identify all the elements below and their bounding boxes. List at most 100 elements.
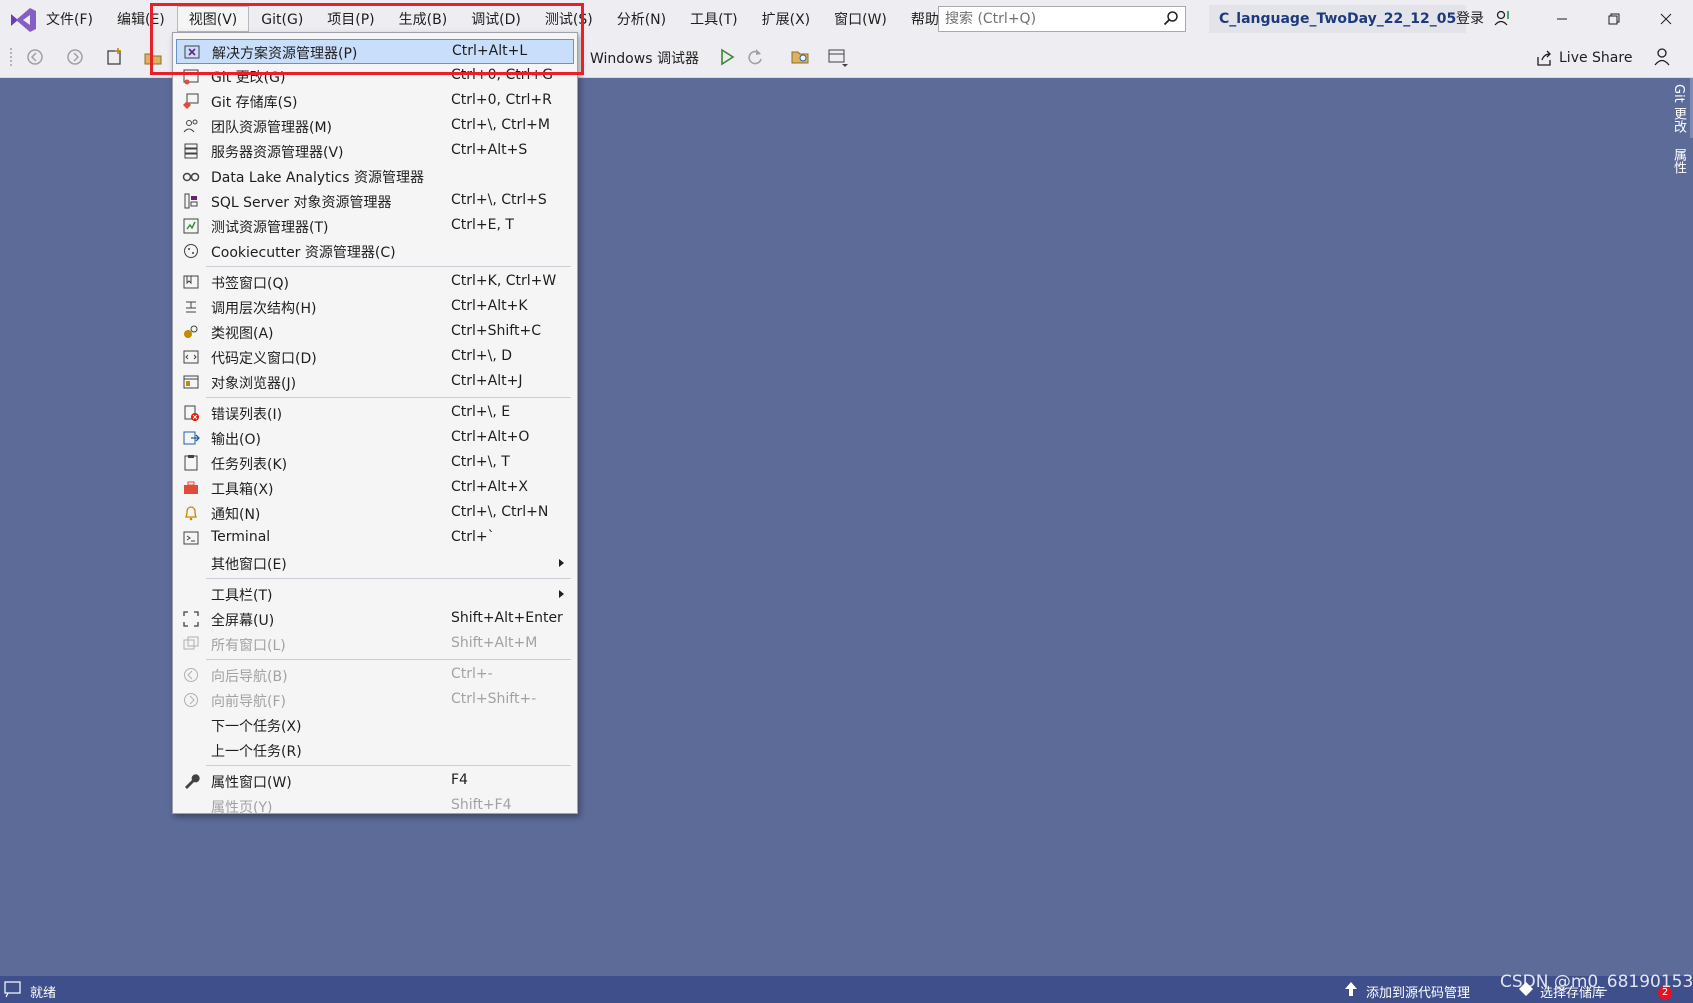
view-menu-item-28[interactable]: 属性窗口(W) F4 [176,769,574,794]
view-menu-item-19[interactable]: Terminal Ctrl+` [176,526,574,551]
menu-separator [206,266,571,267]
view-menu-item-4[interactable]: 服务器资源管理器(V) Ctrl+Alt+S [176,139,574,164]
window-layout-icon[interactable] [826,46,848,68]
close-button[interactable] [1654,8,1678,30]
view-menu-item-label: 工具栏(T) [211,588,273,604]
submenu-arrow-icon [559,590,564,598]
submenu-arrow-icon [559,559,564,567]
navigate-forward-icon[interactable] [64,46,86,68]
view-menu-item-15[interactable]: 输出(O) Ctrl+Alt+O [176,426,574,451]
add-to-source-control[interactable]: 添加到源代码管理 [1366,982,1470,1001]
view-menu-item-label: 测试资源管理器(T) [211,220,329,236]
hot-reload-icon[interactable] [744,46,766,68]
call-hierarchy-icon [186,301,196,313]
view-menu-item-label: 上一个任务(R) [211,744,302,760]
view-menu-item-16[interactable]: 任务列表(K) Ctrl+\, T [176,451,574,476]
menu-item-8[interactable]: 分析(N) [605,6,678,32]
properties-tab[interactable]: 属性 [1669,148,1688,174]
view-menu-item-9[interactable]: 书签窗口(Q) Ctrl+K, Ctrl+W [176,270,574,295]
view-menu-item-7[interactable]: 测试资源管理器(T) Ctrl+E, T [176,214,574,239]
live-share-label: Live Share [1559,50,1633,66]
code-definition-icon [183,350,199,364]
output-window-icon[interactable] [4,981,22,998]
view-menu-item-23: 所有窗口(L) Shift+Alt+M [176,632,574,657]
object-browser-icon [183,375,199,389]
view-menu-item-6[interactable]: SQL Server 对象资源管理器 Ctrl+\, Ctrl+S [176,189,574,214]
view-menu-item-20[interactable]: 其他窗口(E) [176,551,574,576]
view-menu-item-label: Data Lake Analytics 资源管理器 [211,170,424,186]
new-project-icon[interactable] [104,46,126,68]
view-menu-item-shortcut: Ctrl+\, Ctrl+N [451,504,549,520]
view-menu-item-label: 服务器资源管理器(V) [211,145,344,161]
menu-item-9[interactable]: 工具(T) [678,6,749,32]
view-menu-item-24: 向后导航(B) Ctrl+- [176,663,574,688]
terminal-icon [183,531,199,545]
view-menu-item-shortcut: Ctrl+Alt+K [451,298,528,314]
view-menu-item-label: 工具箱(X) [211,482,274,498]
view-menu-item-label: 全屏幕(U) [211,613,275,629]
sql-server-icon [184,193,198,209]
view-menu-item-label: 其他窗口(E) [211,557,287,573]
start-debugger-label[interactable]: Windows 调试器 [590,48,699,68]
view-menu-item-shortcut: Ctrl+\, Ctrl+S [451,192,547,208]
wrench-icon [185,774,200,789]
menu-item-10[interactable]: 扩展(X) [750,6,823,32]
menu-separator [206,765,571,766]
view-menu-item-10[interactable]: 调用层次结构(H) Ctrl+Alt+K [176,295,574,320]
view-menu-item-label: 下一个任务(X) [211,719,302,735]
navigate-back-icon[interactable] [24,46,46,68]
view-menu-item-shortcut: F4 [451,772,468,788]
account-settings-icon[interactable] [1494,9,1512,27]
navigate-back-icon [184,668,198,682]
search-input[interactable]: 搜索 (Ctrl+Q) [938,6,1186,32]
cookiecutter-icon [184,244,198,258]
view-menu-item-21[interactable]: 工具栏(T) [176,582,574,607]
view-menu-item-13[interactable]: 对象浏览器(J) Ctrl+Alt+J [176,370,574,395]
view-menu-item-shortcut: Ctrl+E, T [451,217,514,233]
feedback-icon[interactable] [1652,46,1674,68]
view-menu-item-12[interactable]: 代码定义窗口(D) Ctrl+\, D [176,345,574,370]
view-menu-item-22[interactable]: 全屏幕(U) Shift+Alt+Enter [176,607,574,632]
view-menu-item-shortcut: Ctrl+\, D [451,348,513,364]
view-menu-item-label: Cookiecutter 资源管理器(C) [211,245,396,261]
view-menu-item-label: SQL Server 对象资源管理器 [211,195,392,211]
upload-arrow-icon [1345,982,1357,996]
view-menu-item-8[interactable]: Cookiecutter 资源管理器(C) [176,239,574,264]
menu-item-0[interactable]: 文件(F) [34,6,105,32]
view-menu-item-label: 代码定义窗口(D) [211,351,317,367]
search-placeholder: 搜索 (Ctrl+Q) [945,11,1037,27]
start-debugging-icon[interactable] [716,46,738,68]
view-menu-item-label: Terminal [211,529,271,545]
view-menu-item-3[interactable]: 团队资源管理器(M) Ctrl+\, Ctrl+M [176,114,574,139]
view-menu-item-shortcut: Ctrl+Alt+J [451,373,523,389]
live-share-button[interactable]: Live Share [1535,46,1632,70]
task-list-icon [184,455,198,471]
view-menu-dropdown: 解决方案资源管理器(P) Ctrl+Alt+L Git 更改(G) Ctrl+0, C… [172,32,578,816]
view-menu-item-shortcut: Ctrl+\, Ctrl+M [451,117,550,133]
menu-item-11[interactable]: 窗口(W) [822,6,899,32]
view-menu-item-2[interactable]: Git 存储库(S) Ctrl+0, Ctrl+R [176,89,574,114]
view-menu-item-18[interactable]: 通知(N) Ctrl+\, Ctrl+N [176,501,574,526]
minimize-button[interactable] [1550,8,1574,30]
find-in-files-icon[interactable] [790,46,812,68]
watermark: CSDN @m0_68190153 [1500,972,1693,992]
login-link[interactable]: 登录 [1456,8,1484,28]
view-menu-item-label: 向前导航(F) [211,694,286,710]
git-changes-tab[interactable]: Git 更改 [1669,84,1688,133]
view-menu-item-label: 对象浏览器(J) [211,376,297,392]
search-icon [1163,11,1178,26]
view-menu-item-label: 输出(O) [211,432,261,448]
view-menu-item-5[interactable]: Data Lake Analytics 资源管理器 [176,164,574,189]
view-menu-item-26[interactable]: 下一个任务(X) [176,713,574,738]
view-menu-item-label: 向后导航(B) [211,669,288,685]
share-icon [1537,50,1551,66]
view-menu-item-27[interactable]: 上一个任务(R) [176,738,574,763]
view-menu-item-label: 通知(N) [211,507,261,523]
view-menu-item-14[interactable]: 错误列表(I) Ctrl+\, E [176,401,574,426]
restore-button[interactable] [1602,8,1626,30]
view-menu-item-label: 团队资源管理器(M) [211,120,333,136]
toolbar-grip-icon[interactable] [8,46,18,68]
output-icon [183,431,200,445]
view-menu-item-11[interactable]: 类视图(A) Ctrl+Shift+C [176,320,574,345]
view-menu-item-17[interactable]: 工具箱(X) Ctrl+Alt+X [176,476,574,501]
